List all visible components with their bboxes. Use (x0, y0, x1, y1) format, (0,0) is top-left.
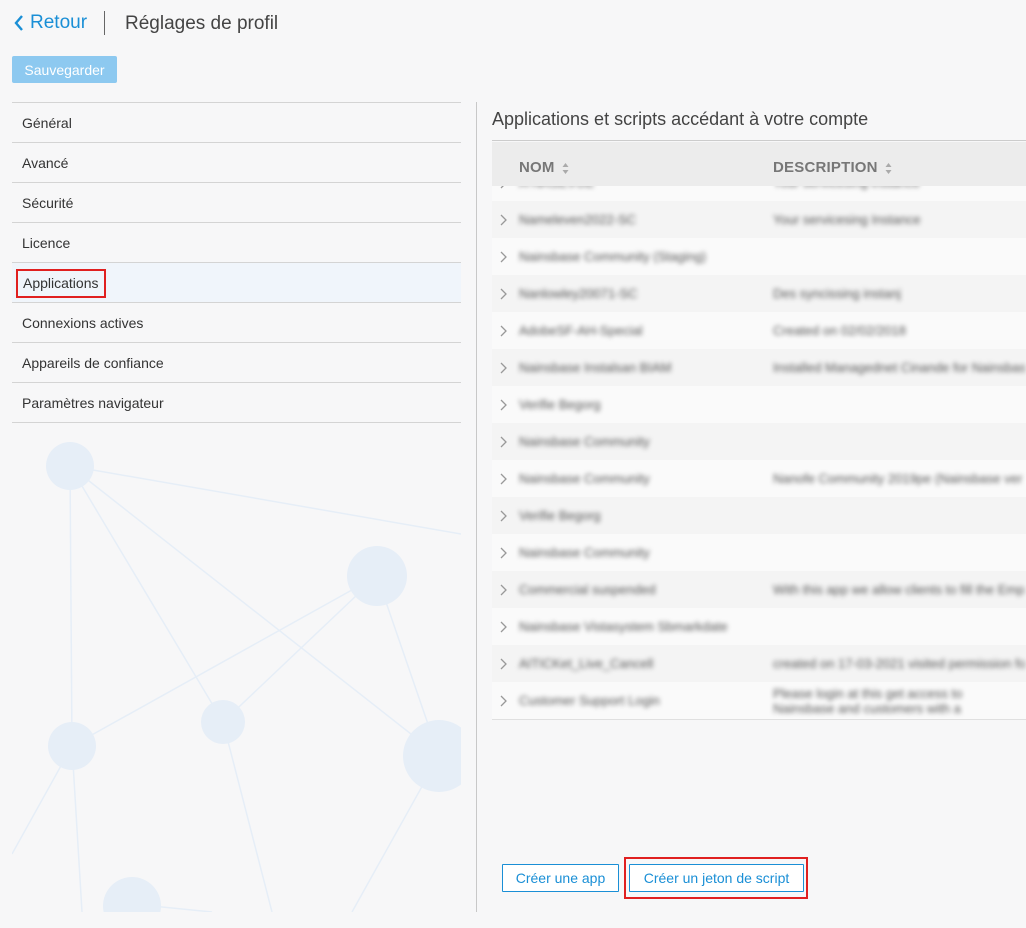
chevron-left-icon (14, 15, 23, 31)
row-name: Nainsbase Community (Staging) (519, 249, 707, 264)
table-row[interactable]: Nainsbase Community (492, 423, 1026, 461)
sidebar-item-label: Licence (22, 235, 71, 251)
sidebar-item-label: Sécurité (22, 195, 74, 211)
sort-icon (885, 162, 892, 174)
sidebar-item-label: Applications (16, 269, 106, 298)
row-description: Des syncissing instanj (773, 286, 901, 301)
table-row[interactable]: Nainsbase Instalsan BIAM Installed Manage… (492, 349, 1026, 387)
sidebar-item-license[interactable]: Licence (12, 222, 461, 262)
row-description: Created on 02/02/2018 (773, 323, 906, 338)
table-header: NOM DESCRIPTION (492, 142, 1026, 186)
sidebar-item-security[interactable]: Sécurité (12, 182, 461, 222)
column-header-description[interactable]: DESCRIPTION (773, 159, 892, 176)
sidebar-item-label: Avancé (22, 155, 69, 171)
row-name: AdobeSF-AH-Special (519, 323, 643, 338)
applications-table-body: A-NASEVUE Your servicesing instance Namele… (492, 186, 1026, 730)
chevron-right-icon[interactable] (500, 186, 507, 194)
sidebar: Général Avancé Sécurité Licence Applicat… (12, 102, 461, 423)
table-row[interactable]: Verifie Begorg (492, 386, 1026, 424)
column-header-label: DESCRIPTION (773, 159, 878, 176)
chevron-right-icon[interactable] (500, 250, 507, 268)
table-row[interactable]: Customer Support Login Please login at th… (492, 682, 1026, 720)
row-description: Installed Managednet Cinande for Nainsba… (773, 360, 1025, 375)
sidebar-item-applications[interactable]: Applications (12, 262, 461, 302)
row-description: Your servicesing Instance (773, 212, 921, 227)
row-description: Your servicesing instance (773, 186, 1025, 190)
table-row[interactable]: Nainsbase Community (492, 534, 1026, 572)
sidebar-item-general[interactable]: Général (12, 102, 461, 142)
sidebar-item-label: Général (22, 115, 72, 131)
sidebar-item-label: Paramètres navigateur (22, 395, 164, 411)
row-description: Please login at this get access to Nains… (773, 686, 963, 718)
row-name: Nainsbase Community (519, 471, 650, 486)
row-description: Nanofe Community 2019pe (Nainsbase ver (773, 471, 1023, 486)
sidebar-item-browser-settings[interactable]: Paramètres navigateur (12, 382, 461, 423)
column-header-label: NOM (519, 159, 555, 176)
row-name: Nainsbase Community (519, 434, 650, 449)
chevron-right-icon[interactable] (500, 620, 507, 638)
sidebar-item-advanced[interactable]: Avancé (12, 142, 461, 182)
sidebar-item-label: Appareils de confiance (22, 355, 164, 371)
chevron-right-icon[interactable] (500, 546, 507, 564)
top-bar: Retour Réglages de profil (0, 0, 1026, 50)
main-panel: Applications et scripts accédant à votre… (477, 102, 1026, 912)
header-divider (104, 11, 105, 35)
table-row[interactable]: A-NASEVUE Your servicesing instance (492, 186, 1026, 202)
chevron-right-icon[interactable] (500, 583, 507, 601)
table-row[interactable]: Nainsbase Vistasystem Sbmarkdate (492, 608, 1026, 646)
row-name: Commercial suspended (519, 582, 656, 597)
row-name: Verifie Begorg (519, 397, 601, 412)
create-app-button[interactable]: Créer une app (502, 864, 619, 892)
sidebar-item-label: Connexions actives (22, 315, 144, 331)
row-name: Customer Support Login (519, 693, 660, 708)
save-button[interactable]: Sauvegarder (12, 56, 117, 83)
row-name: AITICKet_Live_Cancell (519, 656, 654, 671)
chevron-right-icon[interactable] (500, 213, 507, 231)
row-name: Nameleven2022-SC (519, 212, 637, 227)
row-name: Nainsbase Vistasystem Sbmarkdate (519, 619, 728, 634)
table-row[interactable]: Nainsbase Community (Staging) (492, 238, 1026, 276)
row-name: Verifie Begorg (519, 508, 601, 523)
row-name: A-NASEVUE (519, 186, 759, 190)
chevron-right-icon[interactable] (500, 398, 507, 416)
row-name: Nainsbase Community (519, 545, 650, 560)
back-label: Retour (30, 12, 88, 33)
chevron-right-icon[interactable] (500, 509, 507, 527)
chevron-right-icon[interactable] (500, 694, 507, 712)
sidebar-item-trusted-devices[interactable]: Appareils de confiance (12, 342, 461, 382)
chevron-right-icon[interactable] (500, 287, 507, 305)
section-title: Applications et scripts accédant à votre… (492, 109, 869, 129)
chevron-right-icon[interactable] (500, 361, 507, 379)
chevron-right-icon[interactable] (500, 657, 507, 675)
row-description: created on 17-03-2021 visited permission… (773, 656, 1025, 671)
chevron-right-icon[interactable] (500, 472, 507, 490)
chevron-right-icon[interactable] (500, 435, 507, 453)
row-name: Nainsbase Instalsan BIAM (519, 360, 672, 375)
row-name: Nanlowley20071-SC (519, 286, 638, 301)
chevron-right-icon[interactable] (500, 324, 507, 342)
table-row[interactable]: Nanlowley20071-SC Des syncissing instanj (492, 275, 1026, 313)
table-row[interactable]: AITICKet_Live_Cancell created on 17-03-20… (492, 645, 1026, 683)
highlight-box (624, 857, 808, 899)
table-row[interactable]: Nameleven2022-SC Your servicesing Instanc… (492, 201, 1026, 239)
table-row[interactable]: Commercial suspended With this app we all… (492, 571, 1026, 609)
table-row[interactable]: Verifie Begorg (492, 497, 1026, 535)
back-button[interactable]: Retour (14, 12, 87, 34)
network-decoration (12, 442, 461, 912)
page-title: Réglages de profil (125, 13, 279, 34)
section-divider (492, 140, 1026, 141)
row-description: With this app we allow clients to fill t… (773, 582, 1025, 597)
table-row[interactable]: Nainsbase Community Nanofe Community 2019… (492, 460, 1026, 498)
sort-icon (562, 162, 569, 174)
sidebar-item-active-connections[interactable]: Connexions actives (12, 302, 461, 342)
column-header-name[interactable]: NOM (519, 159, 569, 176)
table-row[interactable]: AdobeSF-AH-Special Created on 02/02/2018 (492, 312, 1026, 350)
